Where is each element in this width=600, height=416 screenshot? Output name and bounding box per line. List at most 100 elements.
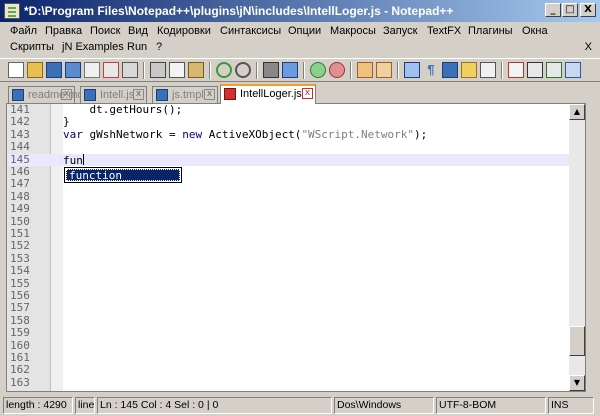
- replace-icon[interactable]: [282, 62, 298, 78]
- menu-edit[interactable]: Правка: [43, 25, 84, 37]
- code-line: 159: [7, 326, 585, 340]
- text-caret: [82, 153, 84, 165]
- word-wrap-icon[interactable]: [404, 62, 420, 78]
- zoom-in-icon[interactable]: [310, 62, 326, 78]
- status-insert-mode: INS: [548, 397, 594, 414]
- tab-label: readme.md: [28, 89, 84, 101]
- code-line: 143 var gWshNetwork = new ActiveXObject("…: [7, 127, 585, 141]
- code-line: 142}: [7, 115, 585, 129]
- sync-vertical-icon[interactable]: [357, 62, 373, 78]
- code-line: 141 dt.getHours();: [7, 104, 585, 116]
- menu-help[interactable]: ?: [154, 41, 164, 53]
- paste-icon[interactable]: [188, 62, 204, 78]
- close-document-button[interactable]: X: [585, 41, 592, 53]
- show-all-characters-icon[interactable]: ¶: [423, 62, 439, 78]
- code-editor[interactable]: 141 dt.getHours(); 142} 143 var gWshNetwo…: [6, 103, 586, 392]
- new-file-icon[interactable]: [8, 62, 24, 78]
- close-all-icon[interactable]: [103, 62, 119, 78]
- menu-jn-examples[interactable]: jN Examples: [60, 41, 126, 53]
- code-line: 157: [7, 301, 585, 315]
- toolbar: ¶: [0, 58, 600, 82]
- macro-record-icon[interactable]: [508, 62, 524, 78]
- cut-icon[interactable]: [150, 62, 166, 78]
- toolbar-separator: [501, 62, 503, 79]
- menu-syntax[interactable]: Синтаксисы: [218, 25, 283, 37]
- menu-encoding[interactable]: Кодировки: [155, 25, 213, 37]
- menu-search[interactable]: Поиск: [88, 25, 122, 37]
- status-length: length : 4290: [3, 397, 73, 414]
- sync-horizontal-icon[interactable]: [376, 62, 392, 78]
- line-text: var gWshNetwork = new ActiveXObject("WSc…: [63, 127, 428, 141]
- tab-bar: readme.md x Intell.js x js.tmpl x Intell…: [0, 83, 600, 104]
- toolbar-separator: [256, 62, 258, 79]
- tab-close-icon[interactable]: x: [61, 89, 72, 100]
- notepad-app-icon[interactable]: [4, 3, 20, 19]
- toolbar-separator: [143, 62, 145, 79]
- macro-play-icon[interactable]: [546, 62, 562, 78]
- user-define-language-icon[interactable]: [461, 62, 477, 78]
- menu-file[interactable]: Файл: [8, 25, 39, 37]
- save-icon[interactable]: [46, 62, 62, 78]
- tab-close-icon[interactable]: x: [302, 88, 313, 99]
- line-number: 149: [10, 202, 30, 216]
- tab-intell[interactable]: Intell.js x: [80, 86, 147, 103]
- line-number: 147: [10, 177, 30, 191]
- tab-intellloger[interactable]: IntellLoger.js x: [220, 84, 316, 104]
- scroll-down-button[interactable]: ▼: [569, 375, 585, 391]
- macro-save-icon[interactable]: [565, 62, 581, 78]
- autocomplete-selected-item[interactable]: function: [66, 169, 180, 182]
- code-line: 156: [7, 289, 585, 302]
- maximize-button[interactable]: □: [562, 3, 578, 17]
- code-line: 162: [7, 363, 585, 376]
- tab-label: Intell.js: [100, 89, 135, 101]
- file-icon: [84, 89, 96, 101]
- tab-close-icon[interactable]: x: [204, 89, 215, 100]
- print-icon[interactable]: [122, 62, 138, 78]
- toolbar-separator: [397, 62, 399, 79]
- menu-scripts[interactable]: Скрипты: [8, 41, 56, 53]
- tab-readme[interactable]: readme.md x: [8, 86, 84, 103]
- close-button[interactable]: X: [580, 3, 596, 17]
- menu-macros[interactable]: Макросы: [328, 25, 378, 37]
- open-folder-icon[interactable]: [27, 62, 43, 78]
- vertical-scrollbar[interactable]: ▲ ▼: [569, 104, 585, 391]
- code-line: 149: [7, 202, 585, 216]
- find-icon[interactable]: [263, 62, 279, 78]
- line-number: 144: [10, 140, 30, 154]
- line-number: 157: [10, 301, 30, 315]
- tab-close-icon[interactable]: x: [133, 89, 144, 100]
- save-all-icon[interactable]: [65, 62, 81, 78]
- close-file-icon[interactable]: [84, 62, 100, 78]
- scroll-thumb[interactable]: [569, 326, 585, 356]
- tab-js-tmpl[interactable]: js.tmpl x: [152, 86, 218, 103]
- code-line: 152: [7, 239, 585, 252]
- menu-plugins[interactable]: Плагины: [466, 25, 515, 37]
- title-bar[interactable]: *D:\Program Files\Notepad++\plugins\jN\i…: [0, 0, 600, 22]
- menu-run[interactable]: Запуск: [381, 25, 419, 37]
- line-text: fun: [63, 153, 84, 167]
- status-encoding: UTF-8-BOM: [436, 397, 546, 414]
- menu-windows[interactable]: Окна: [520, 25, 550, 37]
- minimize-button[interactable]: _: [545, 3, 561, 17]
- line-number: 159: [10, 326, 30, 340]
- code-line: 158: [7, 314, 585, 327]
- code-line: 160: [7, 339, 585, 352]
- undo-icon[interactable]: [216, 62, 232, 78]
- current-code-line: 145 fun: [7, 153, 585, 167]
- copy-icon[interactable]: [169, 62, 185, 78]
- menu-run-script[interactable]: Run: [125, 41, 149, 53]
- menu-options[interactable]: Опции: [286, 25, 323, 37]
- scroll-up-button[interactable]: ▲: [569, 104, 585, 120]
- line-number: 142: [10, 115, 30, 129]
- line-number: 163: [10, 375, 30, 389]
- indent-guide-icon[interactable]: [442, 62, 458, 78]
- redo-icon[interactable]: [235, 62, 251, 78]
- menu-textfx[interactable]: TextFX: [425, 25, 463, 37]
- menu-view[interactable]: Вид: [126, 25, 150, 37]
- code-line: 151: [7, 227, 585, 240]
- doc-map-icon[interactable]: [480, 62, 496, 78]
- macro-stop-icon[interactable]: [527, 62, 543, 78]
- autocomplete-popup[interactable]: function: [64, 167, 182, 183]
- code-line: 154: [7, 264, 585, 277]
- zoom-out-icon[interactable]: [329, 62, 345, 78]
